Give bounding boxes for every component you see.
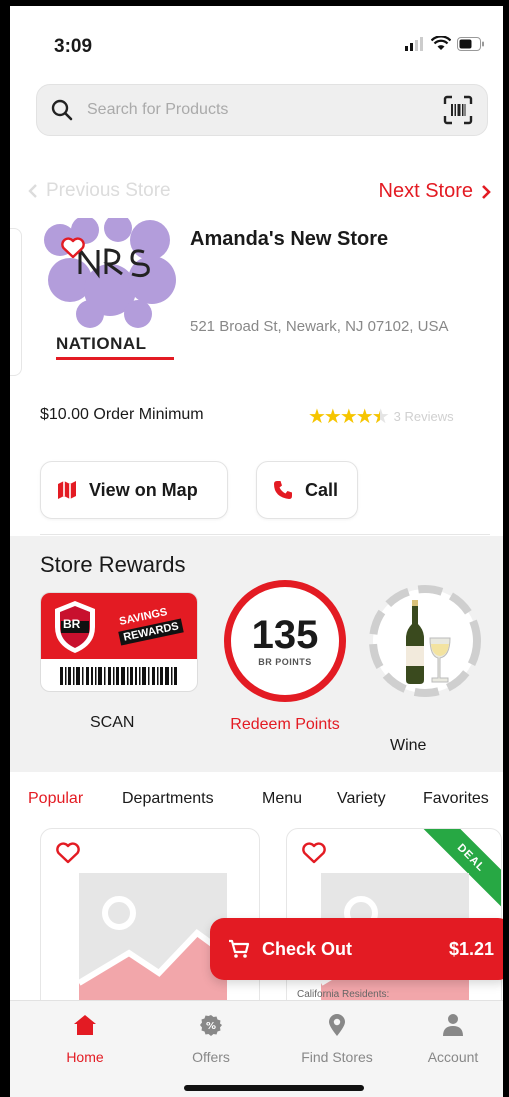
wifi-icon bbox=[431, 36, 451, 50]
reviews-count: 3 Reviews bbox=[393, 409, 454, 424]
app-screen: 3:09 Previous Store Next Store bbox=[0, 0, 509, 1097]
store-logo-graphic bbox=[44, 218, 176, 328]
store-rating[interactable]: ★★★★★★ 3 Reviews bbox=[308, 404, 454, 429]
store-logo: NATIONAL bbox=[40, 218, 180, 368]
next-store-label: Next Store bbox=[378, 180, 473, 202]
image-placeholder-icon bbox=[77, 896, 229, 1013]
nav-offers[interactable]: % Offers bbox=[156, 1011, 266, 1065]
section-divider bbox=[40, 534, 490, 535]
tab-departments[interactable]: Departments bbox=[122, 790, 214, 808]
scan-label: SCAN bbox=[90, 714, 135, 731]
store-name: Amanda's New Store bbox=[190, 228, 389, 250]
search-input[interactable] bbox=[87, 101, 443, 119]
checkout-label: Check Out bbox=[262, 938, 353, 959]
tab-menu[interactable]: Menu bbox=[262, 790, 302, 808]
next-store-link[interactable]: Next Store bbox=[379, 180, 491, 203]
rewards-scan-card[interactable]: BR SAVINGS REWARDS bbox=[40, 592, 198, 692]
order-minimum: $10.00 Order Minimum bbox=[40, 406, 204, 423]
wine-bottle-icon bbox=[369, 585, 481, 697]
nav-home[interactable]: Home bbox=[30, 1011, 140, 1065]
checkout-amount: $1.21 bbox=[448, 938, 494, 959]
tab-popular[interactable]: Popular bbox=[28, 790, 83, 808]
previous-store-card-edge bbox=[10, 228, 22, 376]
view-on-map-button[interactable]: View on Map bbox=[40, 461, 228, 519]
status-time: 3:09 bbox=[54, 36, 93, 57]
map-icon bbox=[58, 481, 76, 499]
chevron-left-icon bbox=[28, 184, 37, 198]
rewards-card-badge: BR bbox=[63, 617, 81, 631]
barcode-icon bbox=[60, 667, 177, 685]
search-bar[interactable] bbox=[36, 84, 488, 136]
nav-offers-label: Offers bbox=[192, 1049, 230, 1065]
home-indicator bbox=[184, 1085, 364, 1091]
tab-favorites[interactable]: Favorites bbox=[423, 790, 489, 808]
nav-home-label: Home bbox=[66, 1049, 104, 1065]
call-label: Call bbox=[305, 479, 339, 500]
barcode-scan-icon[interactable] bbox=[443, 95, 473, 125]
redeem-points-button[interactable]: 135 BR POINTS bbox=[224, 580, 346, 702]
view-on-map-label: View on Map bbox=[89, 479, 198, 500]
nav-find-stores-label: Find Stores bbox=[301, 1049, 373, 1065]
battery-icon bbox=[457, 36, 484, 51]
store-address: 521 Broad St, Newark, NJ 07102, USA bbox=[190, 318, 449, 335]
chevron-right-icon bbox=[482, 184, 491, 199]
favorite-heart-icon[interactable] bbox=[60, 236, 86, 260]
nav-account-label: Account bbox=[427, 1049, 479, 1065]
home-icon bbox=[74, 1015, 96, 1035]
search-icon bbox=[51, 99, 73, 121]
offers-icon: % bbox=[200, 1015, 222, 1036]
rewards-card-banner: BR SAVINGS REWARDS bbox=[41, 593, 197, 659]
svg-text:%: % bbox=[206, 1021, 216, 1032]
nav-find-stores[interactable]: Find Stores bbox=[282, 1011, 392, 1065]
cart-icon bbox=[229, 939, 250, 958]
bottom-navigation: Home % Offers Find Stores Account bbox=[10, 1000, 503, 1097]
store-logo-underline bbox=[56, 357, 174, 360]
california-residents-note: California Residents: bbox=[297, 989, 390, 1000]
favorite-heart-icon[interactable] bbox=[301, 841, 327, 865]
rating-stars-icon: ★★★★★★ bbox=[308, 406, 390, 428]
status-icons bbox=[405, 36, 485, 51]
call-button[interactable]: Call bbox=[256, 461, 358, 519]
wine-label: Wine bbox=[390, 737, 427, 754]
store-rewards-title: Store Rewards bbox=[40, 552, 186, 577]
person-icon bbox=[443, 1014, 463, 1036]
favorite-heart-icon[interactable] bbox=[55, 841, 81, 865]
points-unit: BR POINTS bbox=[258, 657, 312, 667]
previous-store-link[interactable]: Previous Store bbox=[28, 180, 171, 202]
redeem-points-label: Redeem Points bbox=[230, 716, 340, 733]
checkout-button[interactable]: Check Out $1.21 bbox=[210, 918, 503, 980]
wine-reward-button[interactable] bbox=[366, 582, 484, 700]
points-value: 135 bbox=[251, 613, 319, 657]
store-logo-text: NATIONAL bbox=[56, 334, 147, 353]
tab-variety[interactable]: Variety bbox=[337, 790, 386, 808]
next-reward-edge bbox=[504, 616, 509, 664]
phone-icon bbox=[274, 481, 292, 499]
nav-account[interactable]: Account bbox=[398, 1011, 503, 1065]
previous-store-label: Previous Store bbox=[46, 180, 171, 201]
location-pin-icon bbox=[329, 1014, 345, 1036]
product-image-placeholder bbox=[77, 873, 229, 1013]
signal-icon bbox=[405, 36, 423, 51]
